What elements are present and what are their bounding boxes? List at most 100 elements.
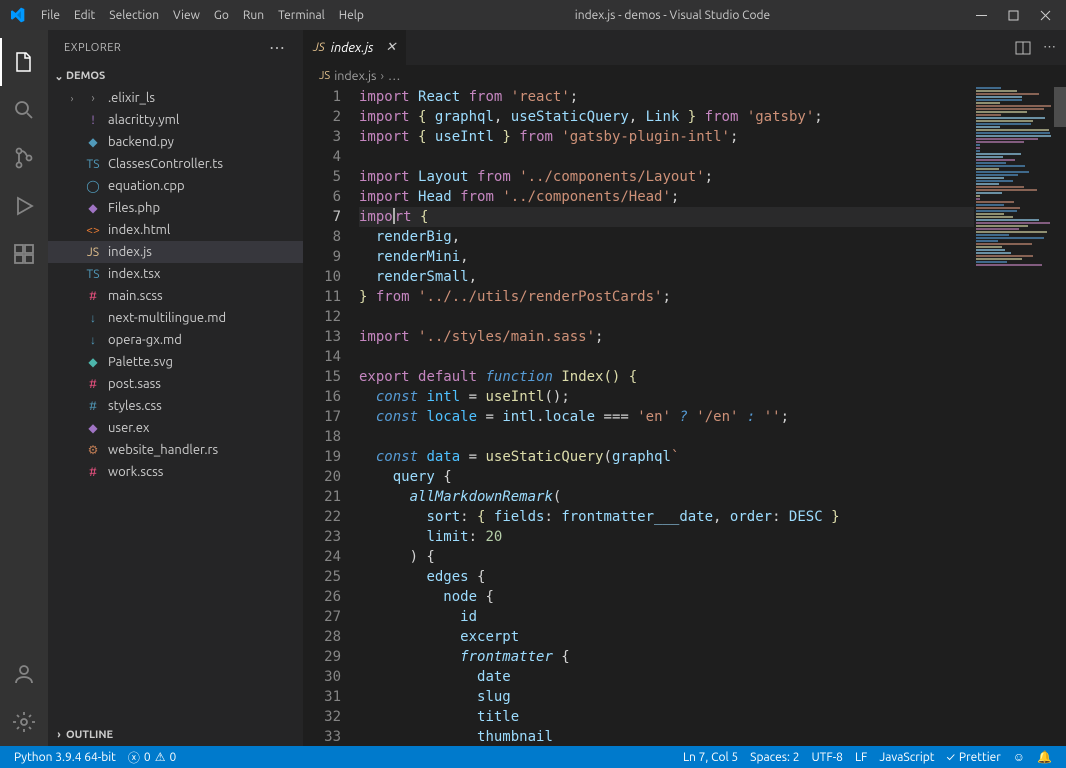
code-line[interactable]: const locale = intl.locale === 'en' ? '/… xyxy=(359,407,1066,427)
file-item[interactable]: ⚙website_handler.rs xyxy=(48,439,303,461)
code-line[interactable]: allMarkdownRemark( xyxy=(359,487,1066,507)
file-item[interactable]: ◆user.ex xyxy=(48,417,303,439)
status-feedback-icon[interactable]: ☺ xyxy=(1007,750,1031,764)
code-line[interactable] xyxy=(359,427,1066,447)
code-line[interactable]: id xyxy=(359,607,1066,627)
code-line[interactable]: import Head from '../components/Head'; xyxy=(359,187,1066,207)
file-item[interactable]: TSindex.tsx xyxy=(48,263,303,285)
code-line[interactable]: title xyxy=(359,707,1066,727)
source-control-icon[interactable] xyxy=(0,134,48,182)
tab-index-js[interactable]: JS index.js ✕ xyxy=(303,30,407,65)
editor-scrollbar[interactable] xyxy=(1054,87,1066,746)
code-line[interactable]: edges { xyxy=(359,567,1066,587)
status-prettier[interactable]: ✓Prettier xyxy=(941,751,1007,764)
file-item[interactable]: ››.elixir_ls xyxy=(48,87,303,109)
file-item[interactable]: ↓next-multilingue.md xyxy=(48,307,303,329)
sidebar-more-icon[interactable]: ⋯ xyxy=(269,38,287,57)
file-icon: ↓ xyxy=(84,311,102,325)
menu-selection[interactable]: Selection xyxy=(102,9,166,22)
code-line[interactable]: import '../styles/main.sass'; xyxy=(359,327,1066,347)
editor-more-icon[interactable]: ⋯ xyxy=(1043,40,1056,55)
code-line[interactable]: import React from 'react'; xyxy=(359,87,1066,107)
search-icon[interactable] xyxy=(0,86,48,134)
code-line[interactable]: thumbnail xyxy=(359,727,1066,746)
account-icon[interactable] xyxy=(0,650,48,698)
menu-run[interactable]: Run xyxy=(236,9,271,22)
code-line[interactable]: slug xyxy=(359,687,1066,707)
code-line[interactable]: renderSmall, xyxy=(359,267,1066,287)
code-editor[interactable]: 1234567891011121314151617181920212223242… xyxy=(303,87,1066,746)
menu-file[interactable]: File xyxy=(34,9,67,22)
status-encoding[interactable]: UTF-8 xyxy=(805,751,848,764)
run-debug-icon[interactable] xyxy=(0,182,48,230)
code-line[interactable]: import Layout from '../components/Layout… xyxy=(359,167,1066,187)
code-line[interactable]: import { graphql, useStaticQuery, Link }… xyxy=(359,107,1066,127)
menu-go[interactable]: Go xyxy=(207,9,236,22)
code-line[interactable]: const data = useStaticQuery(graphql` xyxy=(359,447,1066,467)
status-problems[interactable]: ⓧ0 ⚠0 xyxy=(122,749,182,766)
code-line[interactable]: renderBig, xyxy=(359,227,1066,247)
chevron-right-icon: › xyxy=(52,729,66,741)
scrollbar-thumb[interactable] xyxy=(1054,87,1066,127)
status-lncol[interactable]: Ln 7, Col 5 xyxy=(677,751,744,764)
split-editor-icon[interactable] xyxy=(1015,40,1031,56)
file-item[interactable]: #work.scss xyxy=(48,461,303,483)
code-line[interactable]: limit: 20 xyxy=(359,527,1066,547)
file-item[interactable]: ◆Palette.svg xyxy=(48,351,303,373)
file-icon: ⚙ xyxy=(84,443,102,457)
file-item[interactable]: ◆Files.php xyxy=(48,197,303,219)
status-eol[interactable]: LF xyxy=(849,751,873,764)
code-line[interactable] xyxy=(359,307,1066,327)
code-line[interactable]: import { useIntl } from 'gatsby-plugin-i… xyxy=(359,127,1066,147)
file-item[interactable]: <>index.html xyxy=(48,219,303,241)
code-line[interactable]: ) { xyxy=(359,547,1066,567)
tab-close-icon[interactable]: ✕ xyxy=(385,40,396,55)
file-item[interactable]: !alacritty.yml xyxy=(48,109,303,131)
folder-section-header[interactable]: ⌄ DEMOS xyxy=(48,65,303,87)
code-line[interactable]: const intl = useIntl(); xyxy=(359,387,1066,407)
extensions-icon[interactable] xyxy=(0,230,48,278)
code-lines[interactable]: import React from 'react';import { graph… xyxy=(359,87,1066,746)
file-item[interactable]: #styles.css xyxy=(48,395,303,417)
status-language[interactable]: JavaScript xyxy=(873,751,940,764)
code-line[interactable]: frontmatter { xyxy=(359,647,1066,667)
code-line[interactable]: renderMini, xyxy=(359,247,1066,267)
settings-gear-icon[interactable] xyxy=(0,698,48,746)
file-item[interactable]: ◯equation.cpp xyxy=(48,175,303,197)
status-spaces[interactable]: Spaces: 2 xyxy=(744,751,805,764)
code-line[interactable]: import { xyxy=(359,207,1066,227)
minimize-icon[interactable] xyxy=(974,10,988,21)
code-line[interactable]: } from '../../utils/renderPostCards'; xyxy=(359,287,1066,307)
minimap-line xyxy=(976,96,1022,98)
maximize-icon[interactable] xyxy=(1006,10,1020,21)
file-item[interactable]: #post.sass xyxy=(48,373,303,395)
line-number: 27 xyxy=(303,607,341,627)
file-item[interactable]: ◆backend.py xyxy=(48,131,303,153)
menu-help[interactable]: Help xyxy=(332,9,371,22)
minimap-line xyxy=(976,261,1007,263)
code-line[interactable]: export default function Index() { xyxy=(359,367,1066,387)
file-item[interactable]: ↓opera-gx.md xyxy=(48,329,303,351)
code-line[interactable]: excerpt xyxy=(359,627,1066,647)
menu-view[interactable]: View xyxy=(166,9,207,22)
outline-section-header[interactable]: › OUTLINE xyxy=(48,724,303,746)
explorer-icon[interactable] xyxy=(0,38,48,86)
code-line[interactable] xyxy=(359,347,1066,367)
status-bell-icon[interactable]: 🔔 xyxy=(1031,750,1058,764)
breadcrumb[interactable]: JS index.js › … xyxy=(303,65,1066,87)
code-line[interactable]: sort: { fields: frontmatter___date, orde… xyxy=(359,507,1066,527)
code-line[interactable]: node { xyxy=(359,587,1066,607)
file-item[interactable]: #main.scss xyxy=(48,285,303,307)
code-line[interactable]: date xyxy=(359,667,1066,687)
minimap-line xyxy=(976,243,1032,245)
status-python[interactable]: Python 3.9.4 64-bit xyxy=(8,751,122,764)
close-icon[interactable] xyxy=(1038,10,1052,21)
code-line[interactable]: query { xyxy=(359,467,1066,487)
code-line[interactable] xyxy=(359,147,1066,167)
minimap[interactable] xyxy=(974,87,1054,727)
menu-terminal[interactable]: Terminal xyxy=(271,9,332,22)
menu-edit[interactable]: Edit xyxy=(67,9,102,22)
activity-bar xyxy=(0,30,48,746)
file-item[interactable]: JSindex.js xyxy=(48,241,303,263)
file-item[interactable]: TSClassesController.ts xyxy=(48,153,303,175)
